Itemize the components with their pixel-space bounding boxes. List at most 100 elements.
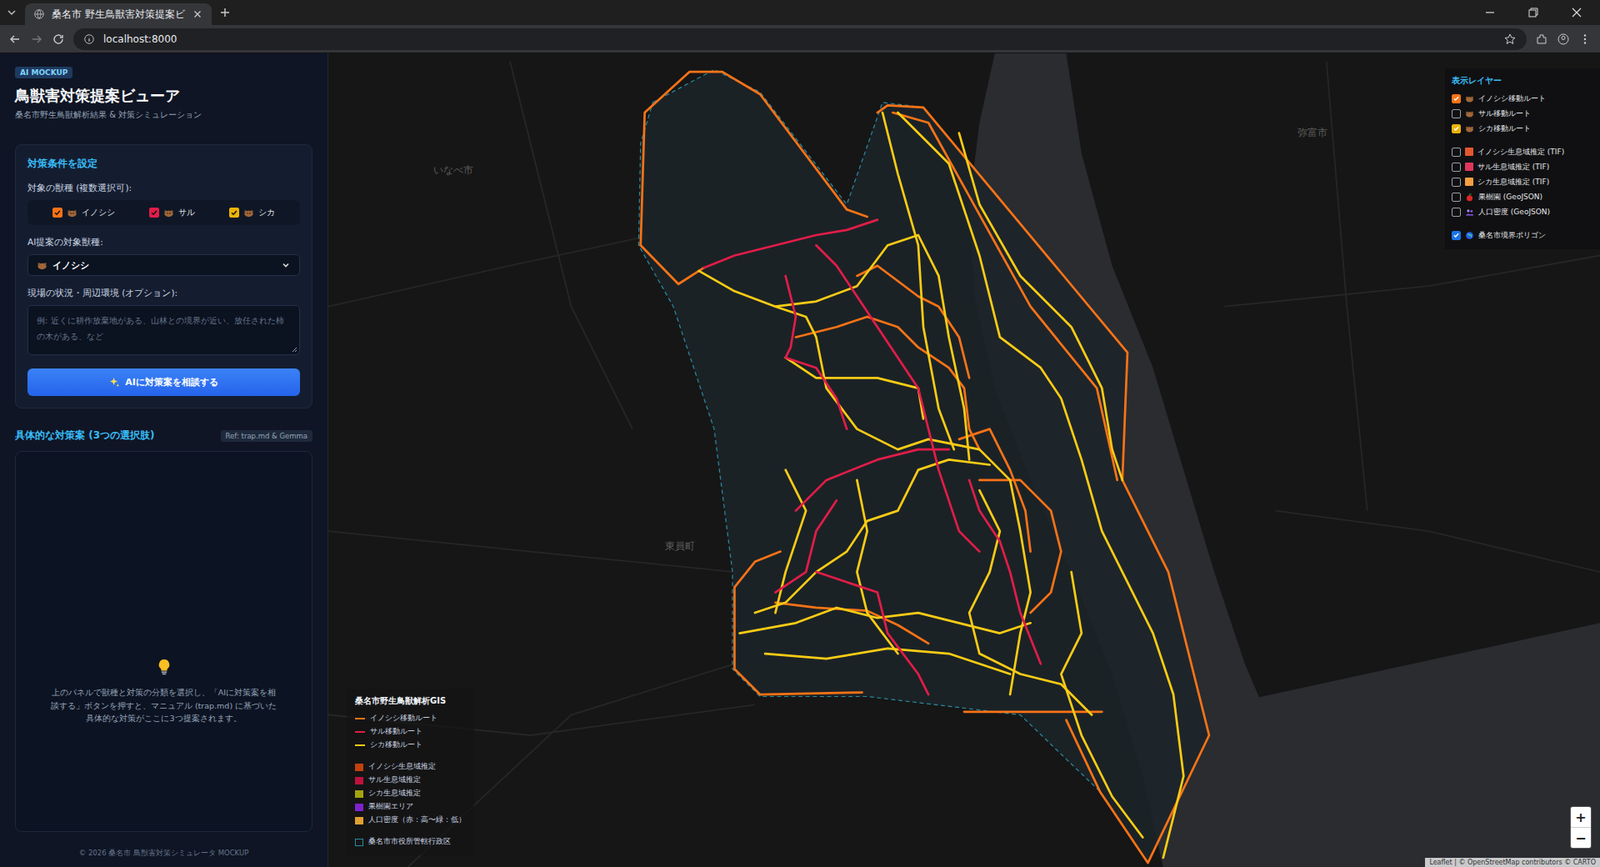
back-icon[interactable] <box>8 32 22 46</box>
close-window-icon[interactable] <box>1570 5 1584 20</box>
situation-textarea[interactable]: 例: 近くに耕作放棄地がある、山林との境界が近い、放任された柿の木がある、など <box>27 305 300 355</box>
consult-ai-button[interactable]: AIに対策案を相談する <box>27 368 300 396</box>
movement-route[interactable] <box>856 480 898 654</box>
minimize-icon[interactable] <box>1483 5 1497 20</box>
legend-area-item: 人口密度（赤：高〜緑：低） <box>355 813 466 827</box>
movement-route[interactable] <box>882 112 955 450</box>
checkbox[interactable] <box>1451 162 1461 172</box>
results-panel: 上のパネルで獣種と対策の分類を選択し、「AIに対策案を相談する」ボタンを押すと、… <box>15 450 313 832</box>
layer-toggle[interactable]: サル移動ルート <box>1451 105 1594 121</box>
resize-grip-icon[interactable] <box>290 345 298 353</box>
tab-title: 桑名市 野生鳥獣害対策提案ビ <box>51 8 185 21</box>
checkbox[interactable] <box>1451 230 1461 240</box>
area-swatch <box>355 776 364 785</box>
zoom-button[interactable]: − <box>1570 827 1591 848</box>
movement-route[interactable] <box>959 133 1123 480</box>
checkbox[interactable] <box>1451 207 1461 217</box>
checkbox[interactable] <box>1451 147 1461 157</box>
movement-route[interactable] <box>815 571 929 695</box>
target-select[interactable]: イノシシ <box>27 254 300 276</box>
check-icon <box>150 208 159 217</box>
movement-route[interactable] <box>795 449 950 510</box>
legend-label: 人口密度（赤：高〜緑：低） <box>368 815 466 825</box>
new-tab-icon[interactable] <box>218 5 232 20</box>
color-swatch <box>1465 162 1474 171</box>
url-text: localhost:8000 <box>103 33 177 45</box>
check-icon <box>53 208 62 217</box>
movement-route[interactable] <box>785 275 847 430</box>
app: AI MOCKUP鳥獣害対策提案ビューア桑名市野生鳥獣解析結果 & 対策シミュレ… <box>0 53 1600 867</box>
info-icon[interactable] <box>83 33 95 45</box>
checkbox[interactable] <box>1451 192 1461 202</box>
boar-icon <box>36 260 48 271</box>
species-checkbox[interactable]: イノシシ <box>52 206 115 219</box>
movement-route[interactable] <box>640 245 705 285</box>
layer-toggle[interactable]: シカ移動ルート <box>1451 120 1594 136</box>
layer-toggle[interactable]: イノシシ移動ルート <box>1451 90 1594 106</box>
layer-toggle[interactable]: シカ生息域推定 (TIF) <box>1451 174 1594 190</box>
layer-control-title: 表示レイヤー <box>1451 75 1594 87</box>
footer: © 2026 桑名市 鳥獣害対策シミュレータ MOCKUP <box>15 831 313 859</box>
layer-label: サル生息域推定 (TIF) <box>1477 161 1550 173</box>
animal-icon <box>1465 124 1475 134</box>
button-label: AIに対策案を相談する <box>125 375 219 389</box>
star-icon[interactable] <box>1503 32 1517 46</box>
browser-tab[interactable]: 桑名市 野生鳥獣害対策提案ビ <box>25 3 212 25</box>
tab-search-icon[interactable] <box>5 5 19 20</box>
forward-icon[interactable] <box>30 32 44 46</box>
movement-route[interactable] <box>765 648 1010 675</box>
map[interactable]: いなべ市東員町弥富市表示レイヤーイノシシ移動ルートサル移動ルートシカ移動ルートイ… <box>328 53 1600 867</box>
address-bar[interactable]: localhost:8000 <box>73 28 1527 50</box>
profile-icon[interactable] <box>1556 32 1570 46</box>
movement-route[interactable] <box>704 220 878 269</box>
movement-route[interactable] <box>640 71 868 245</box>
layer-label: サル移動ルート <box>1478 108 1531 120</box>
mockup-badge: AI MOCKUP <box>15 66 73 79</box>
layer-toggle[interactable]: イノシシ生息域推定 (TIF) <box>1451 144 1594 160</box>
line-swatch <box>355 744 365 747</box>
map-canvas[interactable]: いなべ市東員町弥富市 <box>328 53 1600 867</box>
checkbox[interactable] <box>1451 124 1461 134</box>
browser-window: 桑名市 野生鳥獣害対策提案ビ localhost:8000 AI MOCKUP鳥獣害… <box>0 0 1600 867</box>
checkbox[interactable] <box>1451 109 1461 119</box>
movement-route[interactable] <box>795 316 980 450</box>
results-header: 具体的な対策案 (3つの選択肢)Ref: trap.md & Gemma <box>15 428 313 443</box>
checkbox[interactable] <box>149 207 160 218</box>
movement-route[interactable] <box>897 112 1184 858</box>
zoom-button[interactable]: + <box>1570 806 1591 828</box>
restore-icon[interactable] <box>1526 5 1540 20</box>
movement-route[interactable] <box>775 470 806 613</box>
layer-label: シカ生息域推定 (TIF) <box>1477 176 1550 188</box>
menu-icon[interactable] <box>1578 32 1592 46</box>
layer-toggle[interactable]: 桑名市境界ポリゴン <box>1451 227 1594 243</box>
legend-title: 桑名市野生鳥獣解析GIS <box>355 695 466 707</box>
species-checkbox[interactable]: シカ <box>229 206 275 219</box>
close-icon[interactable] <box>191 8 204 20</box>
movement-route[interactable] <box>877 105 1210 863</box>
layer-label: イノシシ生息域推定 (TIF) <box>1477 146 1565 158</box>
layer-toggle[interactable]: サル生息域推定 (TIF) <box>1451 159 1594 175</box>
line-swatch <box>355 730 365 734</box>
layer-toggle[interactable]: 人口密度 (GeoJSON) <box>1451 204 1594 220</box>
movement-route[interactable] <box>1060 571 1143 837</box>
tab-bar: 桑名市 野生鳥獣害対策提案ビ <box>0 0 1600 25</box>
movement-route[interactable] <box>815 245 980 551</box>
layer-toggle[interactable]: 果樹園 (GeoJSON) <box>1451 189 1594 205</box>
movement-route[interactable] <box>969 480 1041 664</box>
checkbox[interactable] <box>1451 94 1461 104</box>
checkbox[interactable] <box>1451 177 1461 187</box>
apple-icon <box>1465 192 1475 202</box>
layer-label: 果樹園 (GeoJSON) <box>1478 191 1543 203</box>
species-checkbox[interactable]: サル <box>149 206 195 219</box>
light-bulb-icon <box>156 657 172 676</box>
people-icon <box>1465 207 1475 217</box>
movement-route[interactable] <box>775 500 836 592</box>
movement-route[interactable] <box>964 710 1102 714</box>
checkbox[interactable] <box>229 207 240 218</box>
target-label: AI提案の対象獣種: <box>27 236 300 249</box>
layer-label: シカ移動ルート <box>1478 123 1531 135</box>
reload-icon[interactable] <box>51 32 65 46</box>
legend-district-item: 桑名市市役所管轄行政区 <box>355 835 466 849</box>
extensions-icon[interactable] <box>1535 32 1549 46</box>
checkbox[interactable] <box>52 207 63 218</box>
